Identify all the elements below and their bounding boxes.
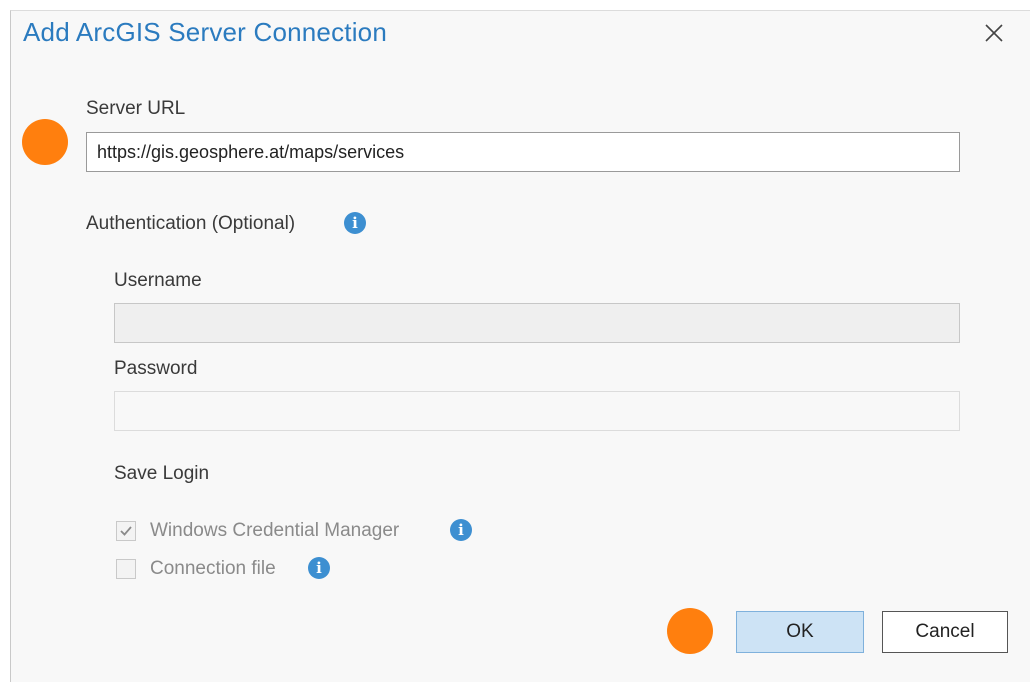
save-login-label: Save Login — [114, 463, 210, 484]
server-url-label: Server URL — [86, 98, 186, 119]
connection-file-checkbox[interactable] — [116, 559, 136, 579]
password-field[interactable] — [114, 391, 960, 431]
step-marker-ok — [667, 608, 713, 654]
add-server-connection-dialog: Add ArcGIS Server Connection Server URL … — [10, 10, 1030, 682]
info-icon[interactable]: i — [344, 212, 366, 234]
username-label: Username — [114, 270, 202, 291]
server-url-input[interactable] — [86, 132, 960, 172]
close-icon — [985, 24, 1003, 42]
connection-file-label: Connection file — [150, 558, 276, 579]
step-marker-url — [22, 119, 68, 165]
windows-credential-manager-checkbox[interactable] — [116, 521, 136, 541]
close-button[interactable] — [980, 19, 1008, 47]
cancel-button[interactable]: Cancel — [882, 611, 1008, 653]
checkmark-icon — [120, 526, 132, 536]
info-icon[interactable]: i — [450, 519, 472, 541]
info-icon[interactable]: i — [308, 557, 330, 579]
ok-button[interactable]: OK — [736, 611, 864, 653]
windows-credential-manager-label: Windows Credential Manager — [150, 520, 400, 541]
authentication-label: Authentication (Optional) — [86, 213, 296, 234]
username-field[interactable] — [114, 303, 960, 343]
dialog-title: Add ArcGIS Server Connection — [23, 17, 388, 47]
password-label: Password — [114, 358, 198, 379]
